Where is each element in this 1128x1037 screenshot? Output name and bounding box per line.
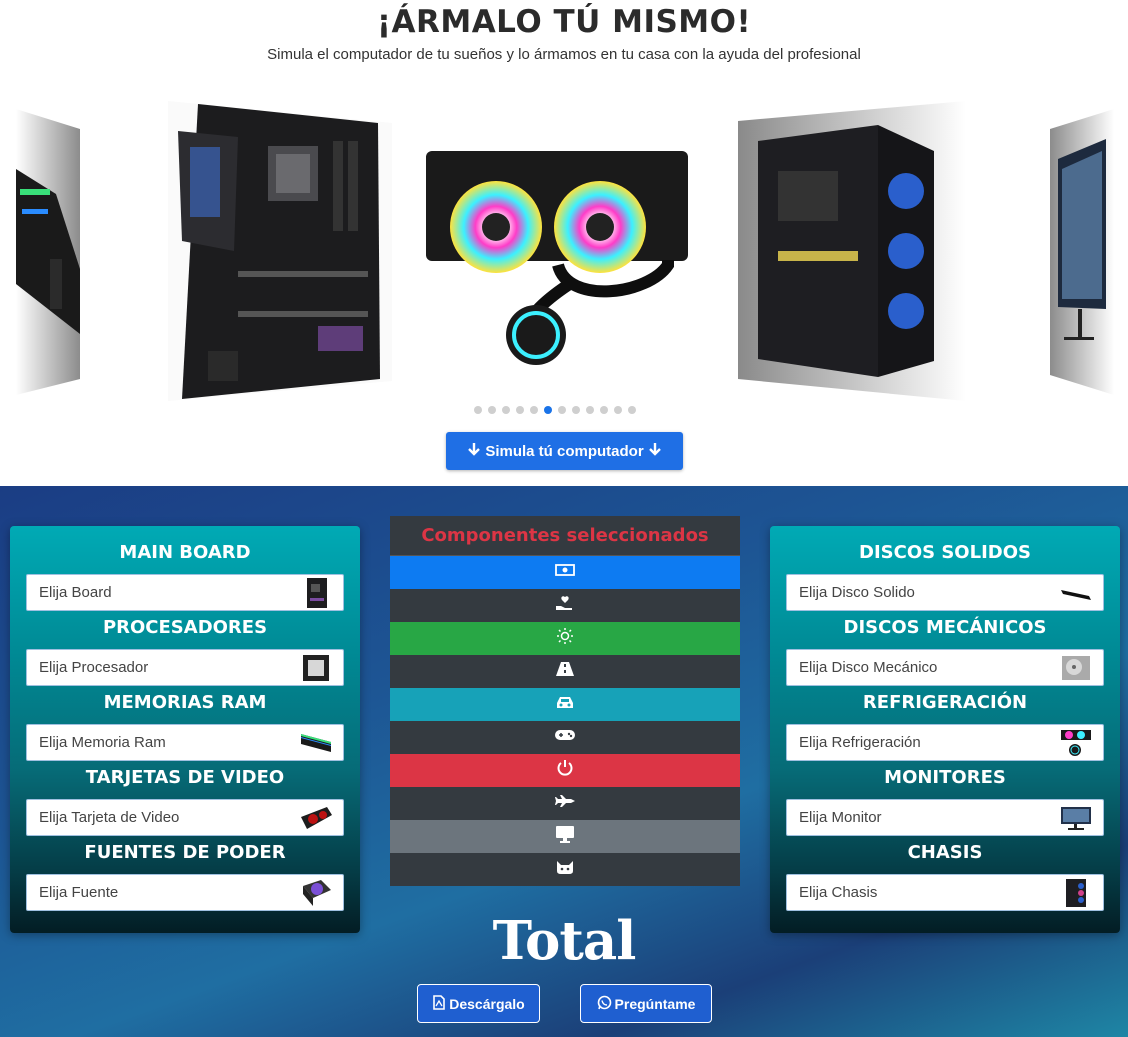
cat-icon xyxy=(555,859,575,880)
section-title: DISCOS SOLIDOS xyxy=(859,542,1031,563)
ask-button-label: Pregúntame xyxy=(614,995,696,1012)
component-select[interactable]: Elija Disco Solido xyxy=(786,574,1104,611)
component-select[interactable]: Elija Monitor xyxy=(786,799,1104,836)
motherboard-icon xyxy=(299,578,333,608)
right-components-panel: DISCOS SOLIDOS Elija Disco Solido DISCOS M… xyxy=(770,526,1120,933)
simulate-button[interactable]: Simula tú computador xyxy=(446,432,683,470)
component-select[interactable]: Elija Fuente xyxy=(26,874,344,911)
component-select[interactable]: Elija Memoria Ram xyxy=(26,724,344,761)
selected-component-row xyxy=(390,556,740,589)
carousel-dot[interactable] xyxy=(586,406,594,414)
pdf-icon xyxy=(432,994,446,1013)
gamepad-icon xyxy=(554,728,576,747)
component-select-placeholder: Elija Memoria Ram xyxy=(39,734,166,751)
selected-component-row xyxy=(390,589,740,622)
sun-icon xyxy=(556,627,574,650)
carousel-dot[interactable] xyxy=(614,406,622,414)
gpu-icon xyxy=(299,803,333,833)
product-carousel[interactable] xyxy=(0,95,1128,405)
component-select-placeholder: Elija Refrigeración xyxy=(799,734,921,751)
component-select[interactable]: Elija Board xyxy=(26,574,344,611)
total-label: Total xyxy=(492,910,637,972)
carousel-dot[interactable] xyxy=(572,406,580,414)
arrow-down-icon xyxy=(648,442,662,460)
carousel-slide-cooler[interactable] xyxy=(418,145,704,367)
section-title: FUENTES DE PODER xyxy=(84,842,286,863)
arrow-down-icon xyxy=(467,442,481,460)
component-select[interactable]: Elija Refrigeración xyxy=(786,724,1104,761)
section-title: REFRIGERACIÓN xyxy=(862,692,1028,713)
section-title: CHASIS xyxy=(907,842,983,863)
component-select-placeholder: Elija Disco Mecánico xyxy=(799,659,938,676)
carousel-dot[interactable] xyxy=(516,406,524,414)
plane-icon xyxy=(554,794,576,813)
psu-icon xyxy=(299,878,333,908)
selected-component-row xyxy=(390,787,740,820)
simulate-button-label: Simula tú computador xyxy=(485,442,644,460)
page-subtitle: Simula el computador de tu sueños y lo á… xyxy=(267,46,861,63)
selected-component-row xyxy=(390,688,740,721)
hand-holding-heart-icon xyxy=(555,595,575,616)
selected-component-row xyxy=(390,754,740,787)
carousel-dots[interactable] xyxy=(474,406,636,414)
component-select[interactable]: Elija Procesador xyxy=(26,649,344,686)
ram-icon xyxy=(299,728,333,758)
ssd-icon xyxy=(1059,578,1093,608)
section-title: MAIN BOARD xyxy=(119,542,251,563)
section-title: MEMORIAS RAM xyxy=(103,692,267,713)
selected-component-row xyxy=(390,721,740,754)
monitor-icon xyxy=(1059,803,1093,833)
carousel-dot[interactable] xyxy=(600,406,608,414)
download-button-label: Descárgalo xyxy=(449,995,525,1012)
carousel-slide-monitor[interactable] xyxy=(1050,109,1114,395)
ask-button[interactable]: Pregúntame xyxy=(580,984,712,1023)
cooler-icon xyxy=(1059,728,1093,758)
download-button[interactable]: Descárgalo xyxy=(417,984,540,1023)
selected-component-row xyxy=(390,655,740,688)
selected-components-title: Componentes seleccionados xyxy=(390,516,740,556)
component-select-placeholder: Elija Disco Solido xyxy=(799,584,915,601)
carousel-dot[interactable] xyxy=(502,406,510,414)
carousel-slide-case[interactable] xyxy=(738,101,966,401)
section-title: DISCOS MECÁNICOS xyxy=(843,617,1047,638)
carousel-dot[interactable] xyxy=(544,406,552,414)
selected-components-table: Componentes seleccionados xyxy=(390,516,740,886)
hero-section: ¡ÁRMALO TÚ MISMO! Simula el computador d… xyxy=(0,0,1128,486)
component-select-placeholder: Elija Procesador xyxy=(39,659,149,676)
carousel-slide-motherboard[interactable] xyxy=(168,101,392,401)
power-icon xyxy=(556,759,574,782)
car-icon xyxy=(555,694,575,715)
component-select-placeholder: Elija Monitor xyxy=(799,809,882,826)
left-components-panel: MAIN BOARD Elija Board PROCESADORES Elija P… xyxy=(10,526,360,933)
carousel-dot[interactable] xyxy=(488,406,496,414)
component-select[interactable]: Elija Disco Mecánico xyxy=(786,649,1104,686)
selected-component-row xyxy=(390,622,740,655)
component-select[interactable]: Elija Tarjeta de Video xyxy=(26,799,344,836)
road-icon xyxy=(555,661,575,682)
section-title: MONITORES xyxy=(884,767,1006,788)
page-title: ¡ÁRMALO TÚ MISMO! xyxy=(376,4,752,40)
hdd-icon xyxy=(1059,653,1093,683)
selected-component-row xyxy=(390,820,740,853)
section-title: PROCESADORES xyxy=(102,617,268,638)
cpu-icon xyxy=(299,653,333,683)
desktop-icon xyxy=(555,825,575,848)
component-select-placeholder: Elija Board xyxy=(39,584,112,601)
carousel-dot[interactable] xyxy=(628,406,636,414)
carousel-slide-ram[interactable] xyxy=(16,109,80,395)
carousel-dot[interactable] xyxy=(558,406,566,414)
component-select-placeholder: Elija Fuente xyxy=(39,884,119,901)
section-title: TARJETAS DE VIDEO xyxy=(85,767,285,788)
component-select[interactable]: Elija Chasis xyxy=(786,874,1104,911)
carousel-dot[interactable] xyxy=(530,406,538,414)
builder-section: MAIN BOARD Elija Board PROCESADORES Elija P… xyxy=(0,486,1128,1037)
component-select-placeholder: Elija Tarjeta de Video xyxy=(39,809,180,826)
component-select-placeholder: Elija Chasis xyxy=(799,884,878,901)
case-icon xyxy=(1059,878,1093,908)
carousel-dot[interactable] xyxy=(474,406,482,414)
whatsapp-icon xyxy=(597,995,612,1013)
selected-component-row xyxy=(390,853,740,886)
money-bill-icon xyxy=(555,563,575,582)
